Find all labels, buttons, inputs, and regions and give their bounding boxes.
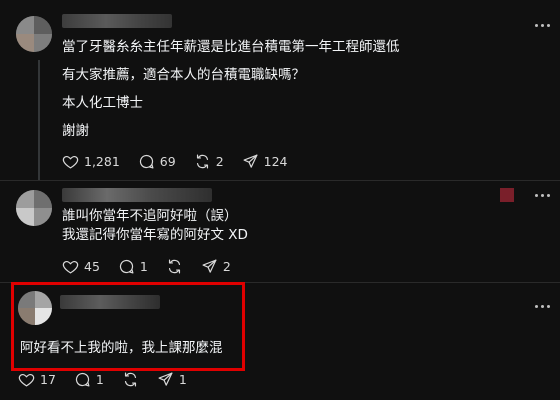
- comment-button[interactable]: 1: [74, 371, 104, 388]
- comment-button[interactable]: 69: [138, 153, 176, 170]
- comment-count: 69: [159, 153, 176, 169]
- repost-icon: [124, 372, 136, 386]
- comment-count: 1: [139, 258, 148, 274]
- repost-button[interactable]: 2: [194, 153, 224, 170]
- share-count: 1: [178, 371, 187, 387]
- thread-line: [38, 60, 40, 180]
- like-count: 1,281: [84, 153, 120, 169]
- action-bar: 1,281 69 2 124: [62, 151, 306, 171]
- comment-button[interactable]: 1: [118, 258, 148, 275]
- post-1: 當了牙醫糸糸主任年薪還是比進台積電第一年工程師還低 有大家推薦，適合本人的台積電…: [0, 0, 560, 185]
- share-button[interactable]: 124: [242, 153, 288, 170]
- post-2: 誰叫你當年不追阿好啦（誤） 我還記得你當年寫的阿好文 XD 45 1 2: [0, 182, 560, 282]
- reaction-badge: [500, 188, 514, 202]
- repost-icon: [196, 154, 208, 168]
- repost-count: 2: [215, 153, 224, 169]
- comment-icon: [139, 154, 154, 168]
- action-bar: 45 1 2: [62, 256, 249, 276]
- post-text-line: 當了牙醫糸糸主任年薪還是比進台積電第一年工程師還低: [62, 39, 400, 55]
- heart-icon: [62, 155, 79, 168]
- more-icon[interactable]: [535, 194, 550, 197]
- share-count: 2: [222, 258, 231, 274]
- post-text-line: 誰叫你當年不追阿好啦（誤）: [62, 208, 238, 224]
- heart-icon: [18, 373, 35, 386]
- post-text-line: 謝謝: [62, 123, 89, 139]
- divider: [0, 180, 560, 181]
- avatar[interactable]: [16, 190, 52, 226]
- share-count: 124: [263, 153, 288, 169]
- more-icon[interactable]: [535, 305, 550, 308]
- like-count: 17: [40, 371, 56, 387]
- share-icon: [243, 154, 258, 168]
- post-text-line: 有大家推薦，適合本人的台積電職缺嗎？: [62, 67, 305, 83]
- share-button[interactable]: 2: [201, 258, 231, 275]
- repost-icon: [168, 259, 180, 273]
- share-button[interactable]: 1: [157, 371, 187, 388]
- like-button[interactable]: 17: [18, 371, 56, 388]
- like-button[interactable]: 1,281: [62, 153, 120, 170]
- username[interactable]: [62, 188, 212, 202]
- like-count: 45: [84, 258, 100, 274]
- avatar[interactable]: [16, 16, 52, 52]
- post-text-line: 我還記得你當年寫的阿好文 XD: [62, 227, 248, 243]
- comment-icon: [75, 372, 90, 386]
- highlight-box: [11, 282, 245, 371]
- heart-icon: [62, 260, 79, 273]
- like-button[interactable]: 45: [62, 258, 100, 275]
- more-icon[interactable]: [535, 24, 550, 27]
- action-bar: 17 1 1: [18, 369, 205, 389]
- username[interactable]: [62, 14, 172, 28]
- repost-button[interactable]: [122, 371, 139, 388]
- share-icon: [158, 372, 173, 386]
- repost-button[interactable]: [166, 258, 183, 275]
- share-icon: [202, 259, 217, 273]
- post-text-line: 本人化工博士: [62, 95, 143, 111]
- comment-count: 1: [95, 371, 104, 387]
- comment-icon: [119, 259, 134, 273]
